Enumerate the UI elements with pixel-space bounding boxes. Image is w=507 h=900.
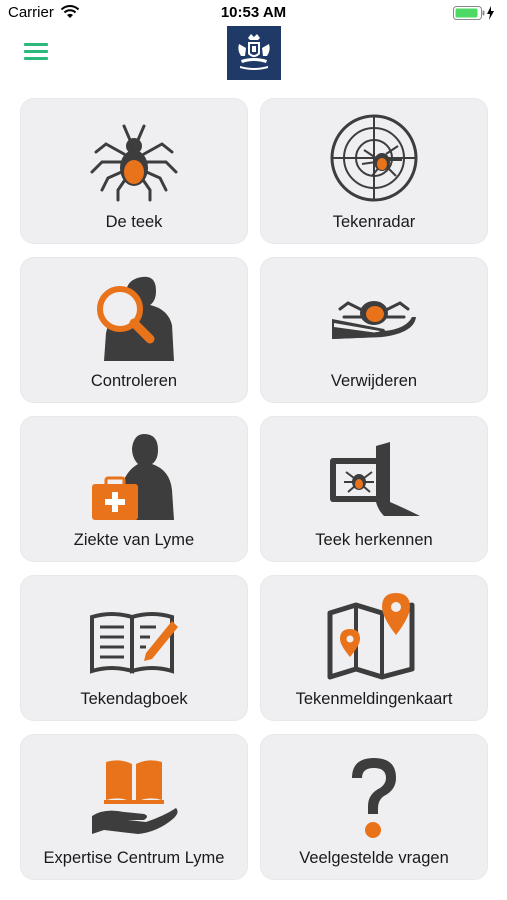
hamburger-menu-icon[interactable] — [24, 40, 48, 64]
tile-label: Expertise Centrum Lyme — [43, 849, 225, 867]
radar-tick-icon — [330, 114, 418, 202]
status-bar: Carrier 10:53 AM — [0, 0, 507, 28]
tile-label: Tekenradar — [332, 213, 416, 231]
tile-label: De teek — [105, 213, 163, 231]
magnifier-body-icon — [97, 276, 174, 361]
tile-teek-herkennen[interactable]: Teek herkennen — [260, 416, 488, 562]
diary-pencil-icon — [90, 612, 178, 674]
tile-expertise-centrum-lyme[interactable]: Expertise Centrum Lyme — [20, 734, 248, 880]
medical-kit-person-icon — [92, 434, 174, 520]
tile-label: Controleren — [90, 372, 178, 390]
tile-tekenradar[interactable]: Tekenradar — [260, 98, 488, 244]
tile-label: Teek herkennen — [315, 531, 433, 549]
tile-de-teek[interactable]: De teek — [20, 98, 248, 244]
tick-icon — [90, 124, 178, 202]
tile-ziekte-van-lyme[interactable]: Ziekte van Lyme — [20, 416, 248, 562]
tile-tekenmeldingenkaart[interactable]: Tekenmeldingenkaart — [260, 575, 488, 721]
battery-icon — [453, 6, 494, 20]
hand-book-icon — [92, 760, 178, 834]
map-pins-icon — [327, 593, 415, 680]
tile-label: Tekendagboek — [80, 690, 188, 708]
photo-tick-hand-icon — [330, 442, 420, 516]
rijksoverheid-coat-of-arms-icon — [227, 26, 281, 80]
tick-removal-icon — [332, 301, 416, 339]
tile-tekendagboek[interactable]: Tekendagboek — [20, 575, 248, 721]
tile-veelgestelde-vragen[interactable]: Veelgestelde vragen — [260, 734, 488, 880]
tile-label: Verwijderen — [330, 372, 418, 390]
clock: 10:53 AM — [220, 4, 287, 21]
tile-label: Ziekte van Lyme — [73, 531, 195, 549]
navigation-bar — [0, 26, 507, 84]
tile-controleren[interactable]: Controleren — [20, 257, 248, 403]
tile-label: Tekenmeldingenkaart — [295, 690, 453, 708]
question-mark-icon — [352, 758, 396, 838]
tile-label: Veelgestelde vragen — [299, 849, 449, 867]
tile-verwijderen[interactable]: Verwijderen — [260, 257, 488, 403]
